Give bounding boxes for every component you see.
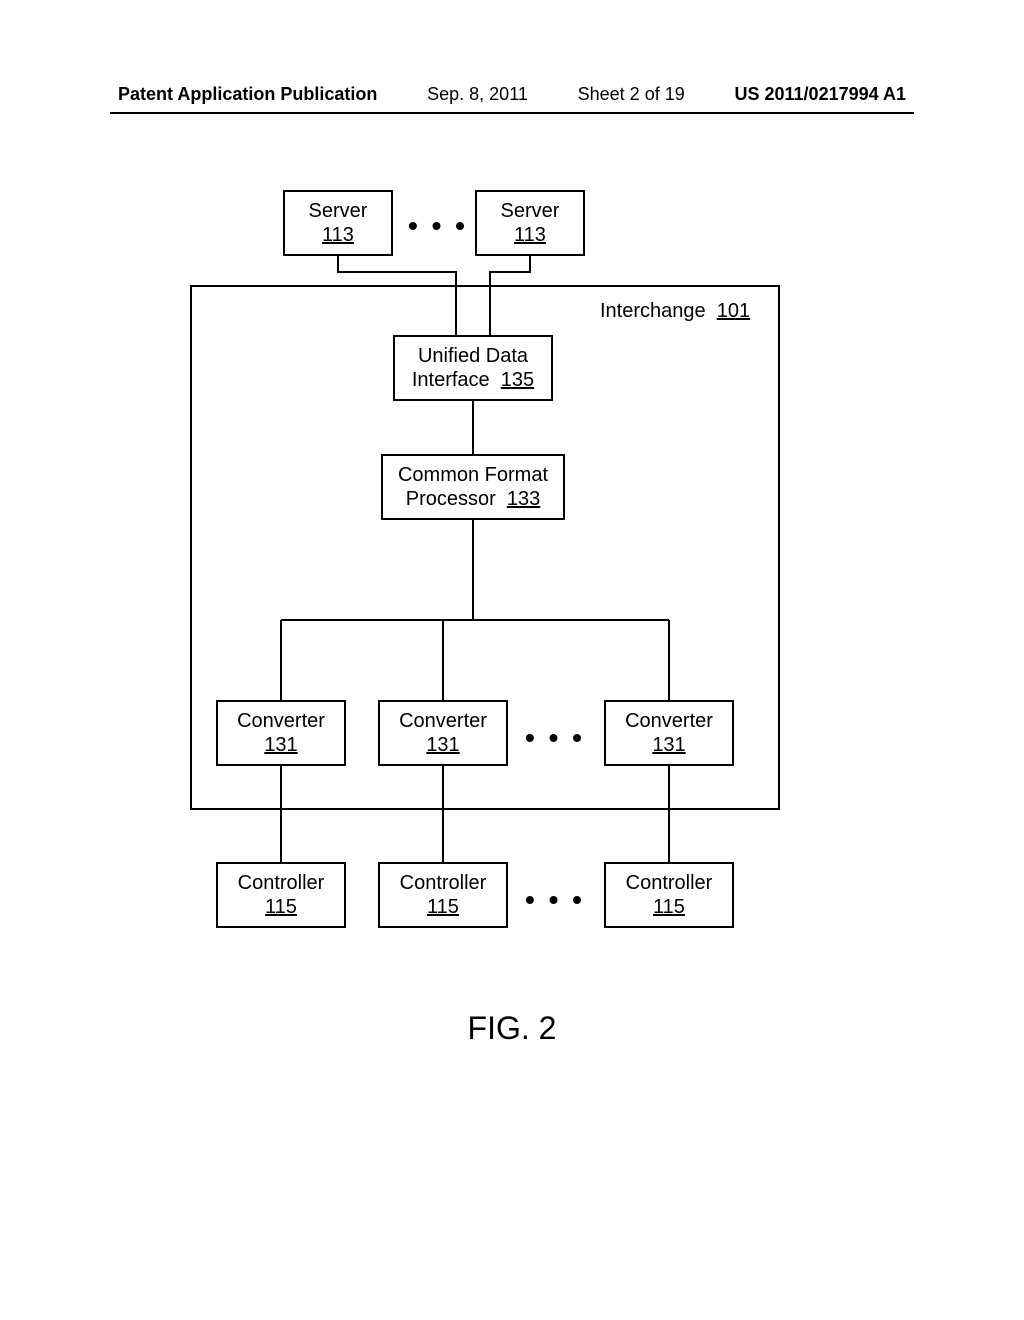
figure-caption: FIG. 2 [0, 1010, 1024, 1047]
ellipsis-converters: • • • [525, 722, 585, 754]
cfp-line2: Processor [406, 488, 496, 510]
controller-box-3: Controller 115 [604, 862, 734, 928]
server-box-2: Server 113 [475, 190, 585, 256]
publication-date: Sep. 8, 2011 [427, 84, 528, 105]
ellipsis-controllers: • • • [525, 884, 585, 916]
publication-number: US 2011/0217994 A1 [735, 84, 906, 105]
header-rule [110, 112, 914, 114]
converter-ref: 131 [652, 733, 685, 757]
controller-box-1: Controller 115 [216, 862, 346, 928]
server-label: Server [309, 199, 368, 223]
controller-label: Controller [238, 871, 325, 895]
converter-ref: 131 [264, 733, 297, 757]
converter-box-2: Converter 131 [378, 700, 508, 766]
page-header: Patent Application Publication Sep. 8, 2… [0, 84, 1024, 105]
controller-label: Controller [626, 871, 713, 895]
interchange-ref: 101 [717, 300, 750, 322]
common-format-processor-box: Common Format Processor 133 [381, 454, 565, 520]
controller-ref: 115 [265, 895, 297, 919]
udi-ref: 135 [501, 369, 534, 391]
udi-line2: Interface [412, 369, 490, 391]
converter-box-3: Converter 131 [604, 700, 734, 766]
converter-box-1: Converter 131 [216, 700, 346, 766]
controller-ref: 115 [427, 895, 459, 919]
sheet-number: Sheet 2 of 19 [578, 84, 685, 105]
cfp-ref: 133 [507, 488, 540, 510]
converter-label: Converter [237, 709, 325, 733]
figure-diagram: Interchange 101 Server 113 • • • Server … [0, 190, 1024, 970]
unified-data-interface-box: Unified Data Interface 135 [393, 335, 553, 401]
controller-box-2: Controller 115 [378, 862, 508, 928]
converter-ref: 131 [426, 733, 459, 757]
interchange-text: Interchange [600, 300, 706, 322]
server-ref: 113 [514, 223, 546, 247]
converter-label: Converter [399, 709, 487, 733]
converter-label: Converter [625, 709, 713, 733]
controller-ref: 115 [653, 895, 685, 919]
ellipsis-servers: • • • [408, 210, 468, 242]
server-box-1: Server 113 [283, 190, 393, 256]
server-ref: 113 [322, 223, 354, 247]
interchange-label: Interchange 101 [600, 300, 750, 323]
publication-label: Patent Application Publication [118, 84, 377, 105]
udi-line1: Unified Data [418, 344, 528, 368]
controller-label: Controller [400, 871, 487, 895]
cfp-line1: Common Format [398, 463, 548, 487]
server-label: Server [501, 199, 560, 223]
